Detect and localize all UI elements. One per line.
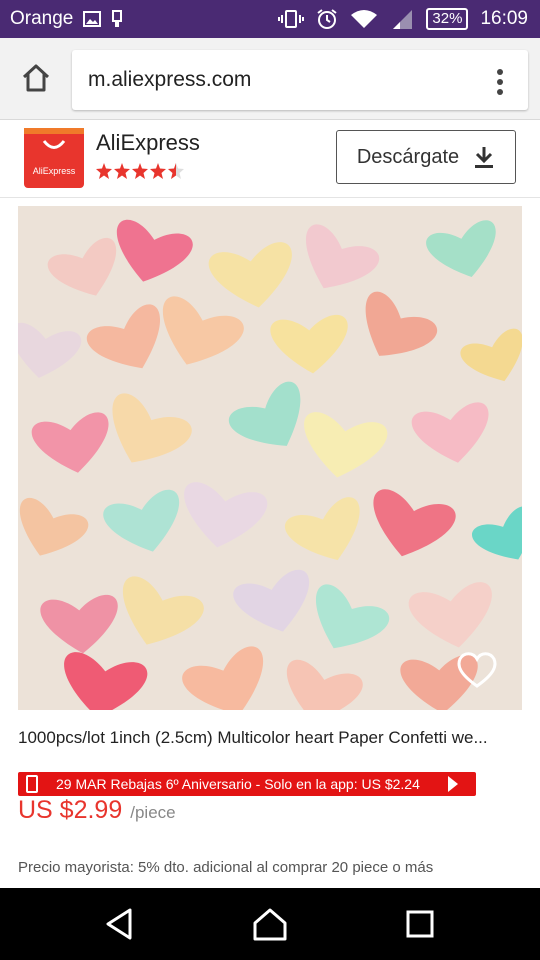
heart-outline-icon — [457, 652, 497, 688]
download-icon — [475, 147, 494, 168]
recents-square-icon — [406, 910, 434, 938]
price-row: US $2.99 /piece — [18, 796, 176, 825]
signal-icon — [390, 8, 414, 30]
image-notification-icon — [83, 11, 102, 27]
status-bar: Orange 32% 16:09 — [0, 0, 540, 38]
aliexpress-logo: AliExpress — [24, 128, 84, 188]
home-outline-icon — [253, 908, 287, 941]
download-app-button[interactable]: Descárgate — [336, 130, 516, 184]
price-unit: /piece — [130, 803, 176, 822]
recents-button[interactable] — [402, 906, 438, 942]
clock: 16:09 — [480, 8, 528, 29]
chevron-right-icon — [448, 776, 458, 792]
more-vert-icon — [497, 69, 503, 95]
url-bar[interactable]: m.aliexpress.com — [72, 50, 528, 110]
back-button[interactable] — [102, 906, 138, 942]
wifi-icon — [350, 9, 378, 29]
android-nav-bar — [0, 888, 540, 960]
promo-text: 29 MAR Rebajas 6º Aniversario - Solo en … — [56, 776, 420, 792]
battery-indicator: 32% — [426, 8, 469, 30]
logo-text: AliExpress — [32, 166, 76, 176]
vibrate-icon — [278, 9, 305, 29]
product-price: US $2.99 — [18, 796, 123, 824]
product-image[interactable] — [18, 206, 522, 710]
app-install-banner: AliExpress AliExpress Descárgate — [0, 120, 540, 198]
favorite-button[interactable] — [456, 650, 498, 690]
promo-banner[interactable]: 29 MAR Rebajas 6º Aniversario - Solo en … — [18, 772, 476, 796]
app-name: AliExpress — [96, 130, 200, 155]
star-rating-icon — [96, 163, 184, 179]
heart-confetti-photo — [18, 206, 522, 710]
download-label: Descárgate — [356, 145, 460, 168]
usb-icon — [111, 10, 123, 28]
shopping-bag-icon — [24, 128, 84, 149]
url-text: m.aliexpress.com — [88, 68, 252, 91]
home-button[interactable] — [20, 62, 52, 94]
alarm-icon — [316, 8, 338, 30]
carrier-label: Orange — [10, 8, 74, 29]
browser-toolbar: m.aliexpress.com — [0, 38, 540, 120]
product-title[interactable]: 1000pcs/lot 1inch (2.5cm) Multicolor hea… — [18, 728, 522, 748]
mobile-phone-icon — [26, 775, 38, 793]
browser-menu-button[interactable] — [490, 68, 510, 96]
rating-stars — [96, 162, 184, 180]
back-triangle-icon — [106, 908, 132, 940]
home-icon — [22, 64, 50, 92]
wholesale-info: Precio mayorista: 5% dto. adicional al c… — [18, 859, 434, 876]
home-nav-button[interactable] — [252, 906, 288, 942]
